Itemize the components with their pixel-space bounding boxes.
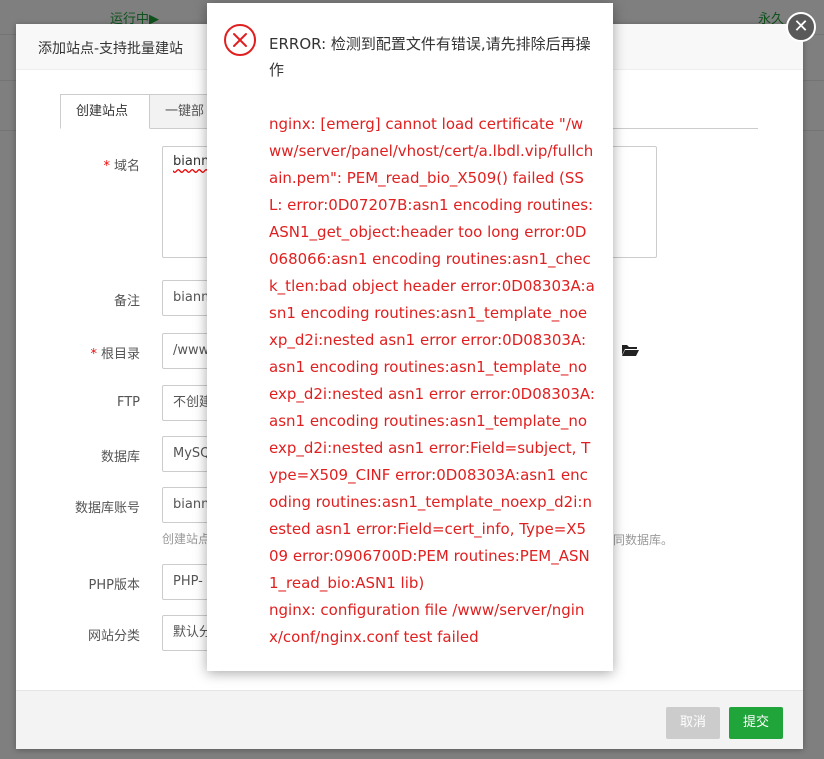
error-title: ERROR: 检测到配置文件有错误,请先排除后再操作: [269, 35, 591, 79]
required-mark: *: [103, 159, 110, 174]
root-dir-label: * 根目录: [90, 347, 140, 362]
error-message: nginx: [emerg] cannot load certificate "…: [269, 111, 595, 651]
cancel-button[interactable]: 取消: [666, 707, 720, 739]
error-message-line: nginx: configuration file /www/server/ng…: [269, 601, 585, 646]
ftp-label: FTP: [116, 395, 140, 410]
domain-label: * 域名: [103, 159, 140, 174]
dialog-footer: 取消 提交: [16, 690, 803, 749]
database-label: 数据库: [100, 450, 140, 465]
site-category-label: 网站分类: [87, 629, 140, 644]
required-mark: *: [90, 347, 97, 362]
error-message-line: nginx: [emerg] cannot load certificate "…: [269, 115, 595, 592]
error-popup: ERROR: 检测到配置文件有错误,请先排除后再操作 nginx: [emerg…: [207, 3, 613, 671]
tab-create-site[interactable]: 创建站点: [60, 94, 150, 129]
db-help-text-left: 创建站点: [162, 532, 211, 546]
close-icon[interactable]: ✕: [786, 12, 816, 42]
dialog-title: 添加站点-支持批量建站: [38, 41, 184, 57]
error-x-icon: [224, 24, 256, 56]
php-version-label: PHP版本: [88, 578, 140, 593]
submit-button[interactable]: 提交: [729, 707, 783, 739]
folder-open-icon[interactable]: [621, 343, 639, 357]
remark-label: 备注: [113, 294, 140, 309]
db-account-label: 数据库账号: [74, 501, 140, 516]
db-help-text-right: 同数据库。: [613, 533, 674, 547]
